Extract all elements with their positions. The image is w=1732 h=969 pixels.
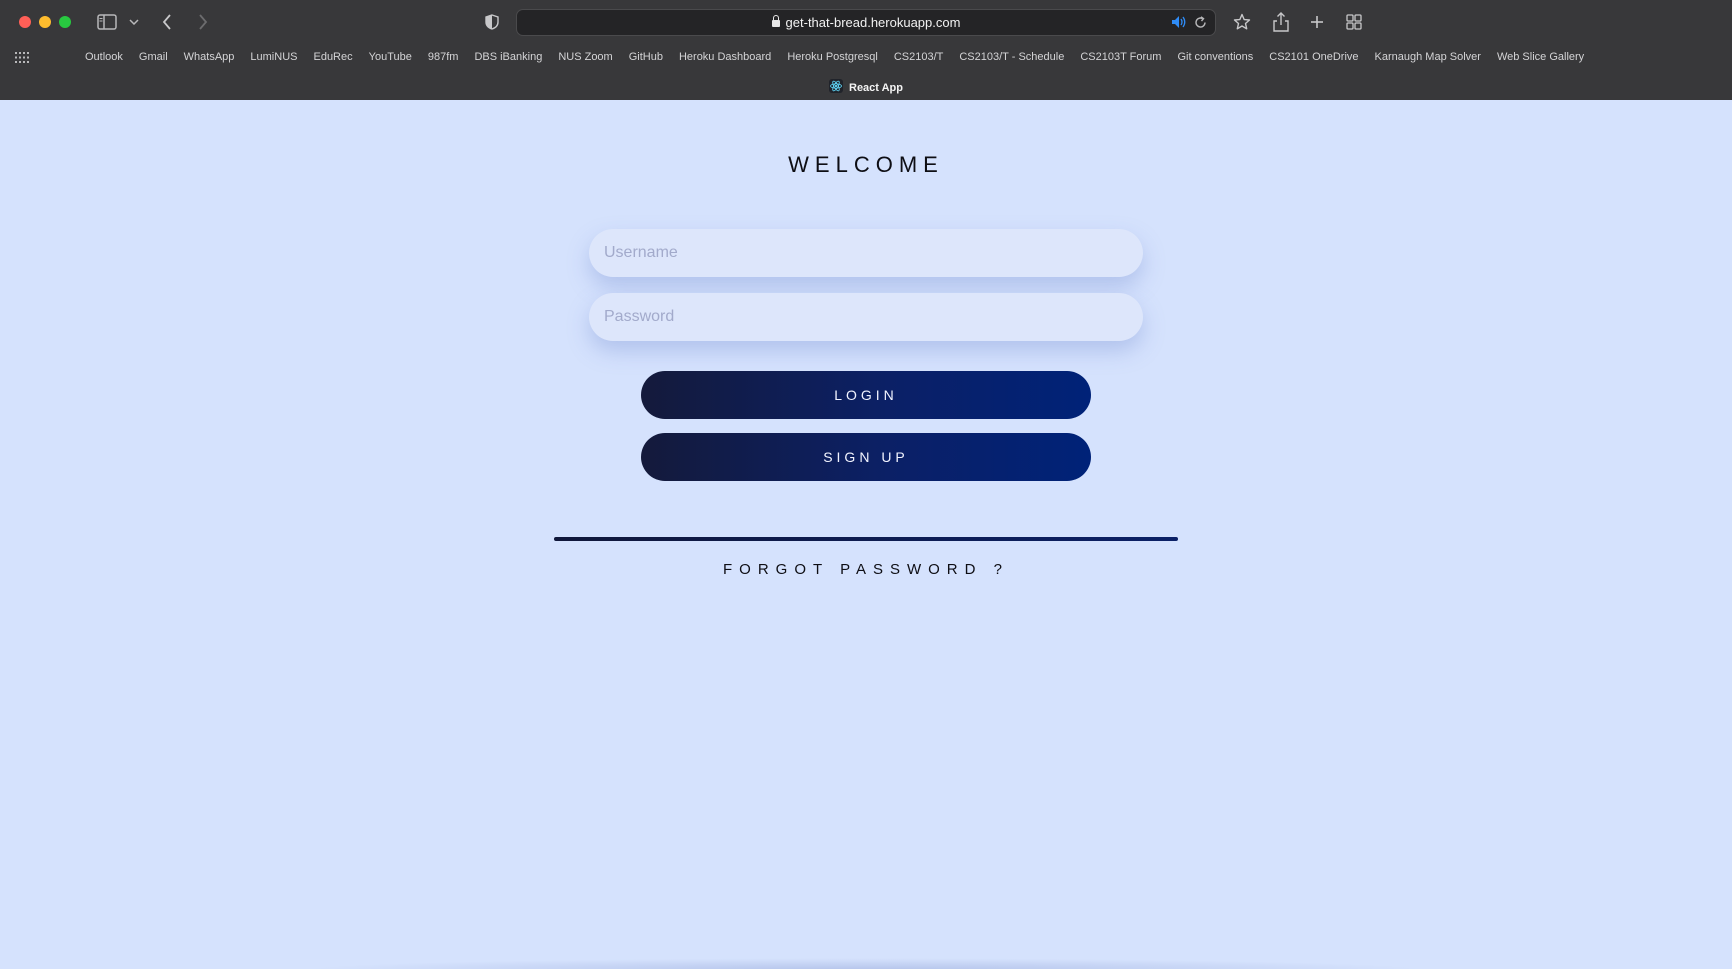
shield-icon[interactable] xyxy=(484,10,500,34)
forgot-password-link[interactable]: FORGOT PASSWORD ? xyxy=(0,561,1732,578)
bookmark-item[interactable]: CS2103T Forum xyxy=(1072,50,1169,64)
star-icon[interactable] xyxy=(1232,10,1252,34)
password-input[interactable] xyxy=(589,293,1143,341)
reload-icon[interactable] xyxy=(1194,16,1207,34)
bookmark-item[interactable]: Web Slice Gallery xyxy=(1489,50,1592,64)
bookmark-item[interactable]: Git conventions xyxy=(1169,50,1261,64)
bookmark-item[interactable]: CS2103/T - Schedule xyxy=(951,50,1072,64)
window-close-button[interactable] xyxy=(19,16,31,28)
plus-icon[interactable] xyxy=(1309,10,1325,34)
bookmark-item[interactable]: Outlook xyxy=(78,50,131,64)
sidebar-icon[interactable] xyxy=(96,10,118,34)
chevron-down-icon[interactable] xyxy=(127,10,141,34)
tab-title: React App xyxy=(849,81,903,94)
bookmark-item[interactable]: CS2101 OneDrive xyxy=(1261,50,1366,64)
bookmark-item[interactable]: CS2103/T xyxy=(886,50,952,64)
share-icon[interactable] xyxy=(1272,10,1290,34)
browser-toolbar: get-that-bread.herokuapp.com xyxy=(0,0,1732,44)
react-logo-icon xyxy=(829,79,843,96)
bookmark-item[interactable]: NUS Zoom xyxy=(550,50,620,64)
lock-icon xyxy=(771,15,780,27)
bookmark-item[interactable]: Heroku Postgresql xyxy=(779,50,886,64)
divider xyxy=(554,537,1178,541)
login-button[interactable]: LOGIN xyxy=(641,371,1091,419)
address-bar[interactable]: get-that-bread.herokuapp.com xyxy=(516,9,1216,36)
url-text: get-that-bread.herokuapp.com xyxy=(517,15,1215,30)
bookmark-list: Outlook Gmail WhatsApp LumiNUS EduRec YouTube… xyxy=(78,50,1592,64)
bookmark-item[interactable]: Heroku Dashboard xyxy=(671,50,779,64)
bookmark-item[interactable]: Karnaugh Map Solver xyxy=(1367,50,1489,64)
bookmarks-bar: Outlook Gmail WhatsApp LumiNUS EduRec YouTube… xyxy=(0,44,1732,70)
url-value: get-that-bread.herokuapp.com xyxy=(785,15,961,30)
chevron-right-icon[interactable] xyxy=(196,10,210,34)
login-page: WELCOME LOGIN SIGN UP FORGOT PASSWORD ? xyxy=(0,100,1732,969)
apps-grid-icon[interactable] xyxy=(15,50,29,68)
tab-strip: React App xyxy=(0,74,1732,100)
username-input[interactable] xyxy=(589,229,1143,277)
page-title: WELCOME xyxy=(788,152,944,177)
bottom-shadow xyxy=(300,958,1430,969)
bookmark-item[interactable]: 987fm xyxy=(420,50,467,64)
grid-icon[interactable] xyxy=(1345,10,1363,34)
bookmark-item[interactable]: YouTube xyxy=(361,50,420,64)
window-minimize-button[interactable] xyxy=(39,16,51,28)
speaker-icon[interactable] xyxy=(1171,15,1187,34)
bookmark-item[interactable]: DBS iBanking xyxy=(466,50,550,64)
bookmark-item[interactable]: LumiNUS xyxy=(242,50,305,64)
window-maximize-button[interactable] xyxy=(59,16,71,28)
browser-chrome: get-that-bread.herokuapp.com Outlook Gma… xyxy=(0,0,1732,100)
chevron-left-icon[interactable] xyxy=(160,10,174,34)
bookmark-item[interactable]: Gmail xyxy=(131,50,176,64)
active-tab[interactable]: React App xyxy=(829,79,903,96)
bookmark-item[interactable]: EduRec xyxy=(305,50,360,64)
signup-button[interactable]: SIGN UP xyxy=(641,433,1091,481)
bookmark-item[interactable]: GitHub xyxy=(621,50,671,64)
bookmark-item[interactable]: WhatsApp xyxy=(176,50,243,64)
